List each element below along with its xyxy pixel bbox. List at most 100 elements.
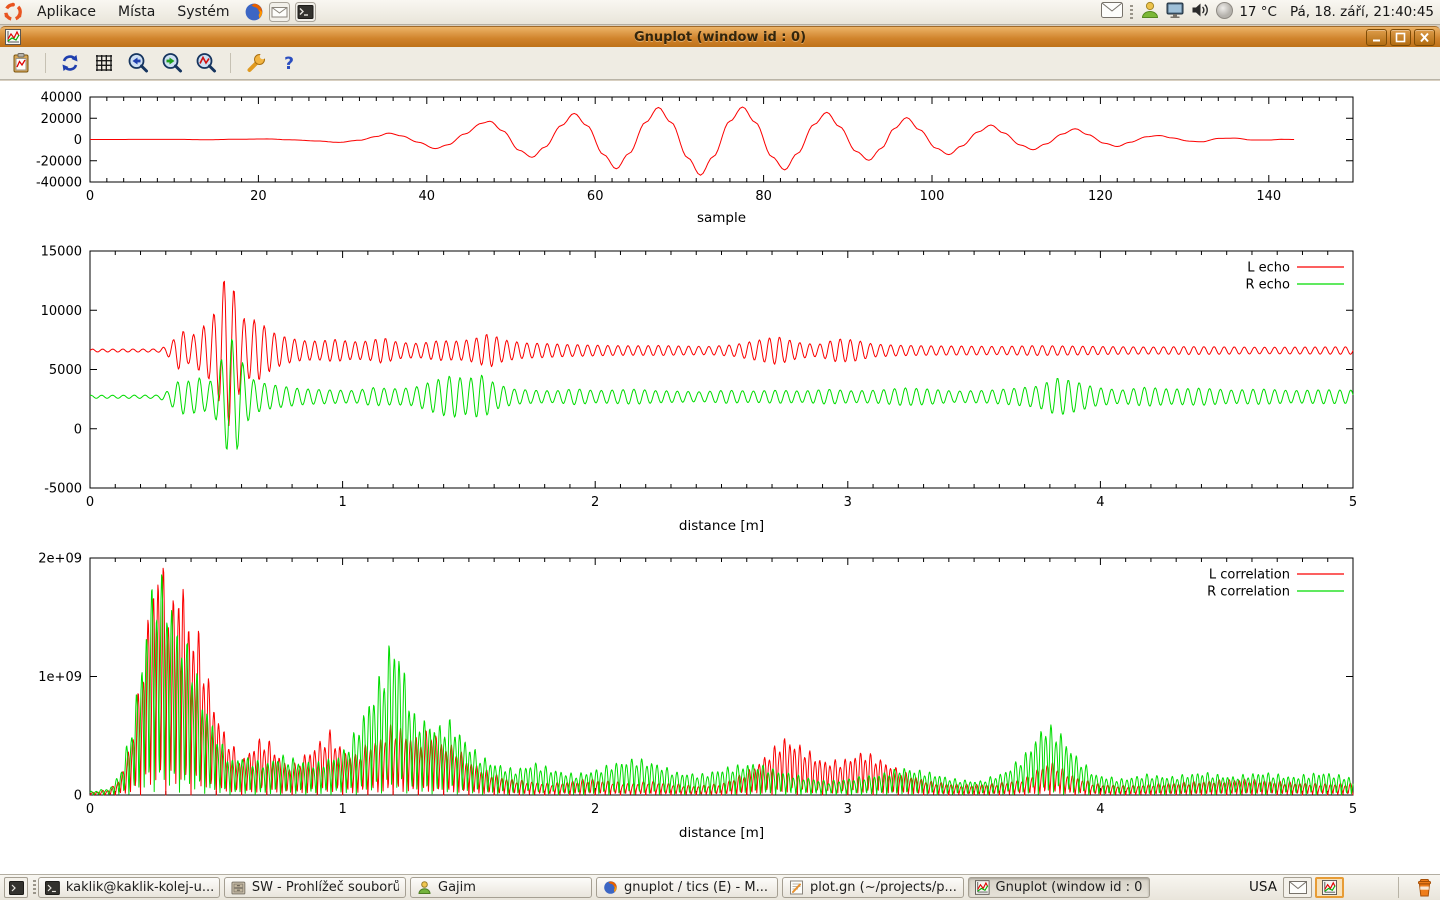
applet-handle[interactable] (33, 880, 36, 895)
x-tick-label: 3 (844, 495, 852, 510)
x-tick-label: 3 (844, 802, 852, 817)
grid-icon (93, 52, 115, 74)
legend-label: L echo (1247, 261, 1290, 276)
maximize-button[interactable] (1390, 29, 1411, 46)
legend-label: R correlation (1207, 585, 1290, 600)
applet-handle[interactable] (1130, 5, 1133, 20)
settings-button[interactable] (242, 50, 268, 76)
unzoom-button[interactable] (193, 50, 219, 76)
y-tick-label: 20000 (41, 112, 82, 127)
zoom-next-icon (161, 52, 183, 74)
x-tick-label: 1 (338, 495, 346, 510)
series-signal (90, 107, 1294, 175)
taskbar-button-firefox[interactable]: gnuplot / tics (E) - M... (596, 877, 778, 898)
toggle-grid-button[interactable] (91, 50, 117, 76)
y-tick-label: 10000 (41, 304, 82, 319)
plot-border (90, 251, 1353, 488)
y-tick-label: 40000 (41, 91, 82, 106)
taskbar-button-gnuplot[interactable]: Gnuplot (window id : 0) (968, 877, 1150, 898)
chart-1: 020406080100120140-40000-200000200004000… (36, 91, 1353, 227)
x-tick-label: 140 (1256, 189, 1281, 204)
keyboard-layout-indicator[interactable]: USA (1249, 879, 1277, 895)
temperature-label[interactable]: 17 °C (1239, 4, 1277, 20)
wrench-icon (244, 52, 266, 74)
y-tick-label: 0 (74, 133, 82, 148)
taskbar-separator (1398, 877, 1399, 898)
menu-system[interactable]: Systém (166, 0, 240, 24)
legend-label: R echo (1245, 278, 1290, 293)
minimize-button[interactable] (1366, 29, 1387, 46)
ubuntu-menu-logo[interactable] (2, 1, 24, 23)
text-editor-icon (789, 880, 804, 895)
x-tick-label: 60 (587, 189, 604, 204)
x-tick-label: 40 (419, 189, 436, 204)
next-zoom-button[interactable] (159, 50, 185, 76)
gnuplot-window: Gnuplot (window id : 0) (0, 25, 1440, 874)
firefox-icon (244, 2, 264, 22)
user-switcher-icon[interactable] (1140, 0, 1160, 24)
terminal-icon (45, 881, 60, 895)
taskbar-button-terminal-window[interactable]: kaklik@kaklik-kolej-u... (38, 877, 220, 898)
help-icon: ? (278, 52, 300, 74)
x-tick-label: 2 (591, 495, 599, 510)
firefox-icon (603, 880, 618, 895)
legend-label: L correlation (1209, 568, 1290, 583)
x-tick-label: 5 (1349, 802, 1357, 817)
firefox-launcher[interactable] (243, 1, 265, 23)
unzoom-icon (195, 52, 217, 74)
menu-applications[interactable]: Aplikace (26, 0, 107, 24)
y-tick-label: 0 (74, 422, 82, 437)
tray-mail-button[interactable] (1283, 877, 1312, 898)
series-L-correlation (90, 568, 1353, 795)
svg-text:?: ? (284, 54, 294, 74)
terminal-icon (295, 2, 316, 22)
trash-icon (1414, 877, 1435, 898)
mail-notifier-icon[interactable] (1101, 2, 1123, 22)
gnuplot-icon (975, 880, 990, 895)
taskbar: kaklik@kaklik-kolej-u... SW - Prohlížeč … (0, 874, 1440, 900)
chart-3: 01234501e+092e+09distance [m]L correlati… (38, 552, 1357, 842)
tray-gnuplot-button[interactable] (1315, 877, 1344, 898)
gnuplot-toolbar: ? (0, 47, 1440, 80)
window-list-mini-button[interactable] (4, 877, 28, 898)
gnome-top-panel: Aplikace Místa Systém (0, 0, 1440, 25)
x-tick-label: 80 (755, 189, 772, 204)
gnuplot-icon (1322, 880, 1337, 895)
clock[interactable]: Pá, 18. září, 21:40:45 (1290, 4, 1434, 20)
help-button[interactable]: ? (276, 50, 302, 76)
x-tick-label: 0 (86, 189, 94, 204)
mail-launcher[interactable] (269, 1, 291, 23)
display-settings-icon[interactable] (1165, 0, 1185, 24)
gajim-icon (417, 880, 432, 895)
taskbar-button-file-browser[interactable]: SW - Prohlížeč souborů (224, 877, 406, 898)
x-tick-label: 4 (1096, 495, 1104, 510)
x-tick-label: 100 (920, 189, 945, 204)
taskbar-button-text-editor[interactable]: plot.gn (~/projects/p... (782, 877, 964, 898)
y-tick-label: 2e+09 (38, 552, 82, 567)
y-tick-label: -20000 (36, 154, 82, 169)
close-button[interactable] (1414, 29, 1435, 46)
y-tick-label: 5000 (49, 363, 82, 378)
series-R-echo (90, 339, 1353, 449)
zoom-previous-icon (127, 52, 149, 74)
previous-zoom-button[interactable] (125, 50, 151, 76)
x-tick-label: 4 (1096, 802, 1104, 817)
plot-canvas[interactable]: 020406080100120140-40000-200000200004000… (0, 81, 1440, 874)
volume-icon[interactable] (1190, 0, 1210, 24)
x-tick-label: 5 (1349, 495, 1357, 510)
taskbar-button-gajim[interactable]: Gajim (410, 877, 592, 898)
terminal-launcher[interactable] (295, 1, 317, 23)
window-titlebar[interactable]: Gnuplot (window id : 0) (0, 26, 1440, 48)
menu-places[interactable]: Místa (107, 0, 166, 24)
mail-icon (269, 2, 290, 22)
copy-to-clipboard-button[interactable] (8, 50, 34, 76)
trash-applet[interactable] (1414, 877, 1435, 900)
clipboard-icon (10, 52, 32, 74)
chart-2: 012345-5000050001000015000distance [m]L … (41, 245, 1358, 535)
replot-button[interactable] (57, 50, 83, 76)
x-axis-label: sample (697, 210, 746, 226)
toolbar-separator (45, 53, 46, 73)
x-axis-label: distance [m] (679, 825, 764, 841)
desktop: Aplikace Místa Systém (0, 0, 1440, 900)
weather-icon[interactable] (1215, 1, 1234, 24)
